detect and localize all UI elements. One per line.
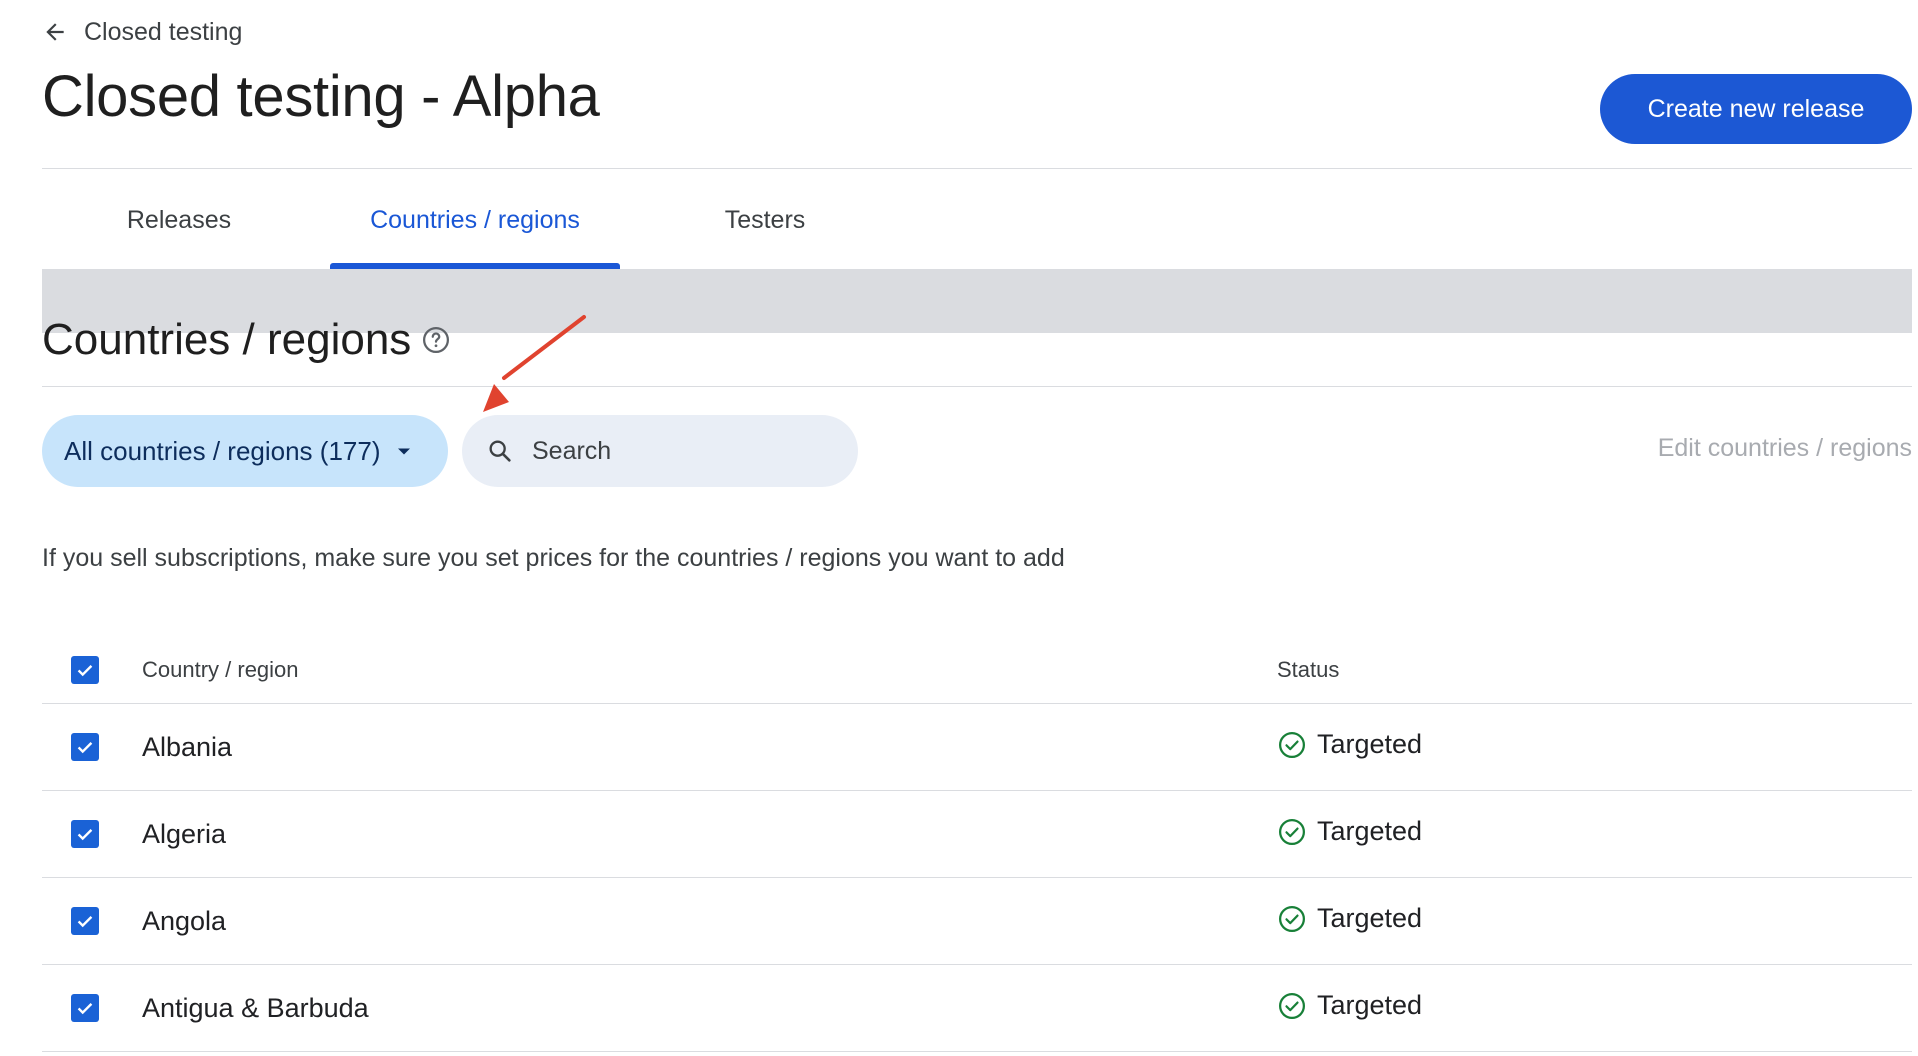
tab-bar: Releases Countries / regions Testers <box>42 206 942 270</box>
search-input[interactable] <box>530 435 834 467</box>
select-all-checkbox[interactable] <box>71 656 99 684</box>
header-divider <box>42 168 1912 169</box>
table-row: Angola Targeted <box>42 878 1912 965</box>
check-circle-icon <box>1279 992 1305 1019</box>
search-icon <box>489 440 511 462</box>
column-header-status[interactable]: Status <box>1277 657 1339 683</box>
check-circle-icon <box>1279 731 1305 758</box>
check-icon <box>77 742 93 754</box>
check-icon <box>77 665 93 677</box>
status-label: Targeted <box>1317 990 1423 1020</box>
table-row: Algeria Targeted <box>42 791 1912 878</box>
tab-countries-regions[interactable]: Countries / regions <box>330 206 620 270</box>
arrow-back-icon <box>46 23 64 41</box>
filter-label: All countries / regions (177) <box>64 435 381 466</box>
back-link[interactable]: Closed testing <box>42 14 242 50</box>
help-circle-icon[interactable] <box>421 325 451 355</box>
page-title: Closed testing - Alpha <box>42 64 600 129</box>
country-name: Antigua & Barbuda <box>142 993 369 1023</box>
check-circle-icon <box>1279 818 1305 845</box>
countries-filter-dropdown[interactable]: All countries / regions (177) <box>42 415 448 487</box>
create-new-release-button[interactable]: Create new release <box>1600 74 1912 144</box>
country-name: Albania <box>142 732 233 762</box>
tab-releases[interactable]: Releases <box>86 206 272 270</box>
subscription-notice: If you sell subscriptions, make sure you… <box>42 544 1065 572</box>
check-icon <box>77 829 93 841</box>
status-cell: Targeted <box>1277 990 1422 1021</box>
country-name: Angola <box>142 906 227 936</box>
caret-down-icon <box>398 448 411 455</box>
section-title: Countries / regions <box>42 318 451 362</box>
column-header-country[interactable]: Country / region <box>142 657 299 683</box>
tab-testers[interactable]: Testers <box>672 206 858 270</box>
row-checkbox[interactable] <box>71 907 99 935</box>
status-label: Targeted <box>1317 816 1423 846</box>
page: Closed testing Closed testing - Alpha Cr… <box>42 0 1912 1056</box>
check-circle-icon <box>1279 905 1305 932</box>
table-row: Albania Targeted <box>42 704 1912 791</box>
status-cell: Targeted <box>1277 816 1422 847</box>
status-cell: Targeted <box>1277 903 1422 934</box>
row-checkbox[interactable] <box>71 994 99 1022</box>
back-link-label: Closed testing <box>84 17 243 46</box>
edit-countries-regions-link[interactable]: Edit countries / regions <box>1658 434 1912 463</box>
check-icon <box>77 1003 93 1015</box>
table-row: Antigua & Barbuda Targeted <box>42 965 1912 1052</box>
section-divider <box>42 386 1912 387</box>
row-checkbox[interactable] <box>71 820 99 848</box>
section-title-text: Countries / regions <box>42 315 412 364</box>
countries-table: Country / region Status Albania Targeted <box>42 636 1912 1052</box>
table-header: Country / region Status <box>42 636 1912 704</box>
status-label: Targeted <box>1317 903 1423 933</box>
check-icon <box>77 916 93 928</box>
row-checkbox[interactable] <box>71 733 99 761</box>
status-cell: Targeted <box>1277 729 1422 760</box>
country-name: Algeria <box>142 819 227 849</box>
search-box[interactable] <box>462 415 858 487</box>
status-label: Targeted <box>1317 729 1423 759</box>
